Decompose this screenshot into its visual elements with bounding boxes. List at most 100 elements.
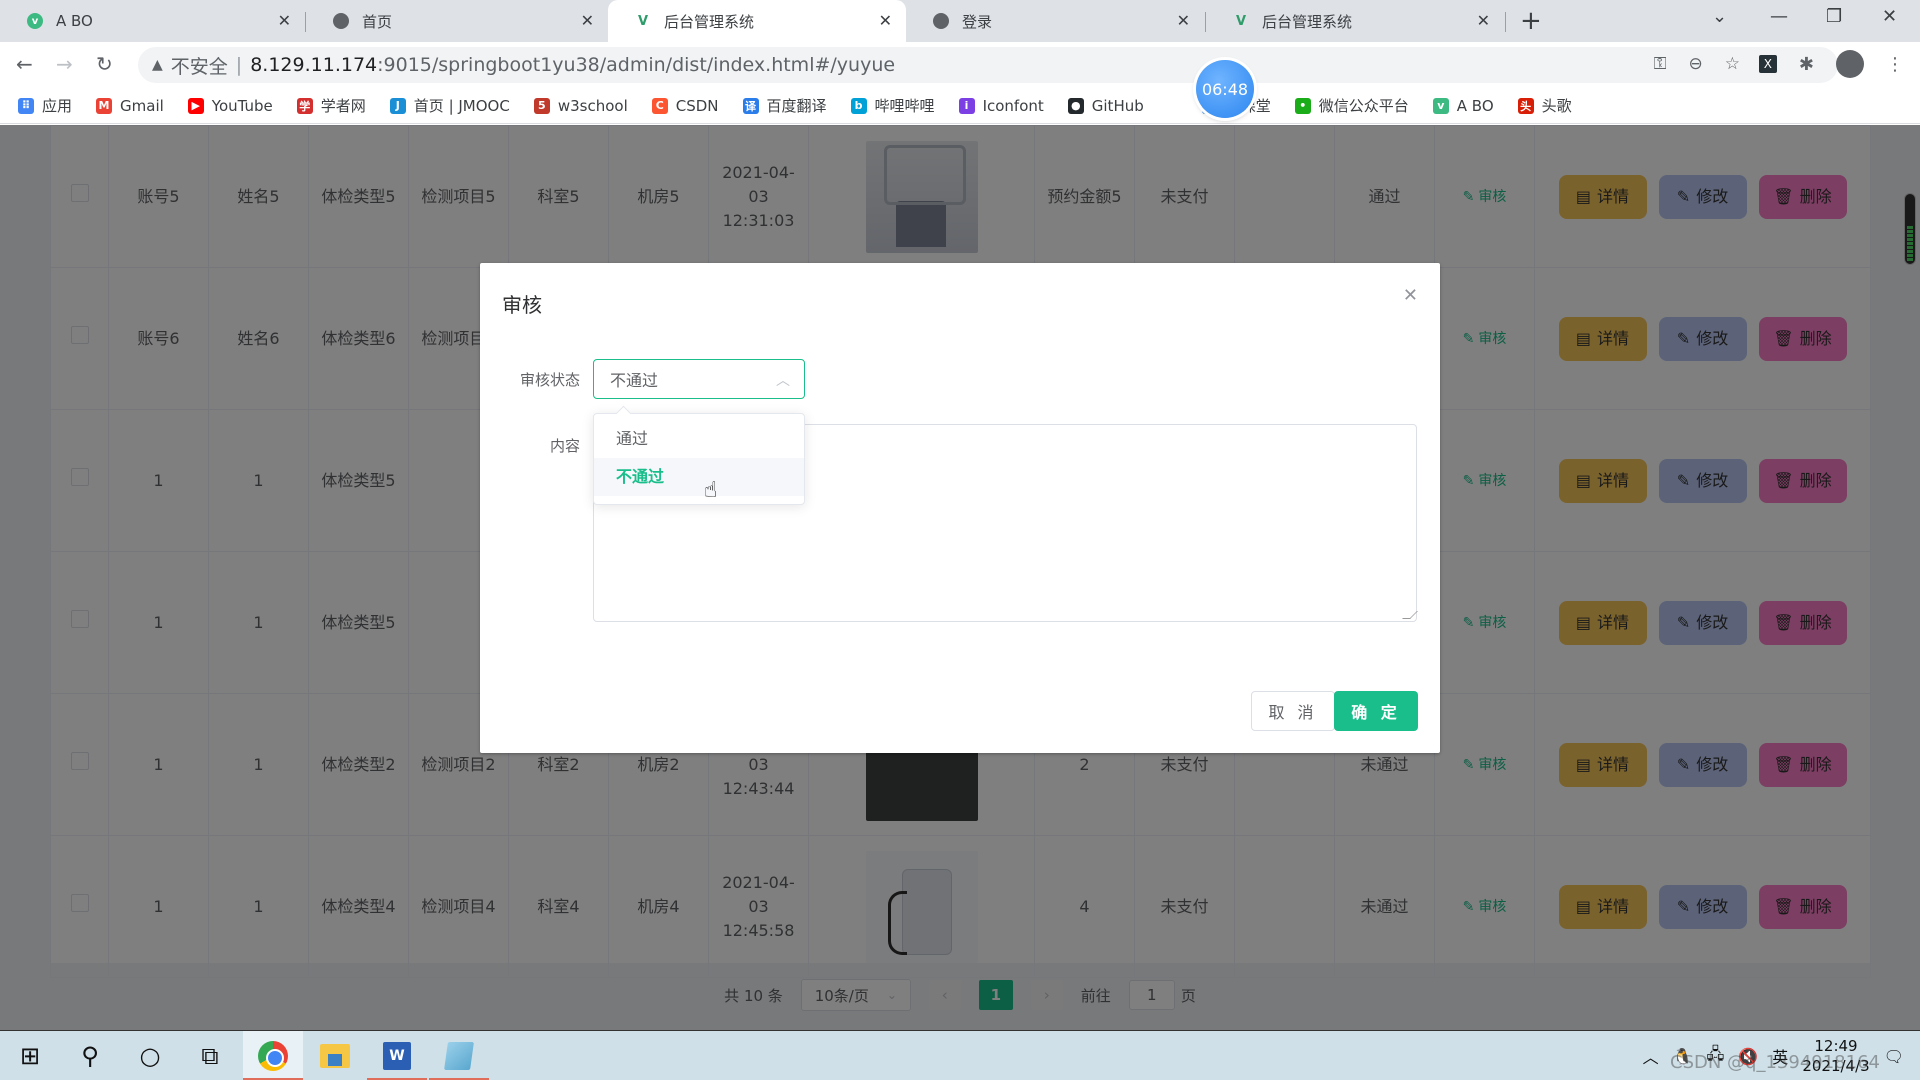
tab-login[interactable]: 登录 ✕: [906, 0, 1204, 42]
bookmark-item[interactable]: 学学者网: [296, 95, 366, 116]
puzzle-icon[interactable]: ✱: [1799, 54, 1814, 75]
new-tab-button[interactable]: +: [1520, 6, 1542, 36]
back-icon[interactable]: ←: [16, 52, 33, 76]
bookmark-item[interactable]: M Gmail: [96, 97, 164, 115]
tab-admin-active[interactable]: V 后台管理系统 ✕: [608, 0, 906, 42]
tab-title: 登录: [962, 12, 993, 31]
timer-bubble[interactable]: 06:48: [1196, 60, 1254, 118]
globe-icon: [932, 12, 950, 30]
zoom-out-icon[interactable]: ⊖: [1689, 54, 1703, 74]
bookmark-item[interactable]: 5 w3school: [533, 96, 628, 115]
task-view-icon[interactable]: ⧉: [180, 1031, 240, 1080]
bookmark-item[interactable]: ● GitHub: [1067, 97, 1144, 115]
vue-logo-icon: V: [1235, 13, 1247, 29]
tab-title: 后台管理系统: [664, 12, 755, 31]
minimize-icon[interactable]: —: [1770, 6, 1788, 27]
tab-separator: [1505, 12, 1506, 32]
star-icon[interactable]: ☆: [1725, 54, 1740, 74]
bookmark-label: 哔哩哔哩: [874, 97, 935, 115]
apps-grid-icon: ⠿: [18, 97, 34, 114]
bookmark-item[interactable]: ⠿ 应用: [18, 95, 72, 116]
bookmark-label: w3school: [557, 96, 628, 115]
bookmark-label: A BO: [1456, 96, 1494, 115]
bookmark-item[interactable]: • 微信公众平台: [1294, 95, 1409, 116]
extensions-area: X ✱ ⋮: [1758, 50, 1904, 78]
word-icon[interactable]: W: [367, 1031, 427, 1080]
translate-icon: 译: [742, 97, 759, 114]
gmail-icon: M: [96, 97, 113, 114]
cortana-icon[interactable]: ○: [120, 1031, 180, 1080]
option-fail[interactable]: 不通过: [594, 458, 804, 496]
browser-tabstrip: v A BO ✕ 首页 ✕ V 后台管理系统 ✕ 登录 ✕ V 后台管理系统 ✕…: [0, 0, 1920, 42]
github-icon: ●: [1067, 97, 1084, 114]
tab-title: 后台管理系统: [1262, 12, 1353, 31]
forward-icon[interactable]: →: [56, 52, 73, 76]
restore-icon[interactable]: ❐: [1826, 6, 1842, 27]
bookmark-label: 百度翻译: [766, 97, 827, 115]
more-menu-icon[interactable]: ⋮: [1886, 54, 1904, 75]
touge-icon: 头: [1517, 97, 1534, 114]
bookmark-item[interactable]: 译百度翻译: [742, 95, 827, 116]
window-close-icon[interactable]: ✕: [1882, 6, 1897, 27]
bookmark-label: Gmail: [120, 96, 164, 115]
notification-icon[interactable]: 🗨: [1884, 1047, 1904, 1066]
bookmark-label: CSDN: [675, 96, 719, 115]
vue-logo-icon: V: [637, 13, 649, 29]
dialog-title: 审核: [502, 293, 542, 317]
bookmark-item[interactable]: v A BO: [1432, 96, 1494, 115]
tab-search-icon[interactable]: ⌄: [1712, 6, 1727, 27]
iconfont-icon: i: [958, 97, 975, 114]
url-host: 8.129.11.174: [250, 54, 378, 76]
tab-a-bo[interactable]: v A BO ✕: [0, 0, 305, 42]
close-icon[interactable]: ✕: [581, 11, 594, 30]
search-icon[interactable]: ⚲: [60, 1031, 120, 1080]
reload-icon[interactable]: ↻: [96, 52, 113, 76]
extension-x-icon[interactable]: X: [1758, 55, 1777, 73]
cancel-button[interactable]: 取 消: [1251, 691, 1335, 731]
bookmark-label: YouTube: [211, 96, 273, 115]
vue-dot-icon: v: [26, 12, 44, 30]
show-hidden-icons[interactable]: ︿: [1643, 1044, 1659, 1068]
bookmark-label: 学者网: [320, 97, 366, 115]
status-dropdown: 通过 不通过: [593, 413, 805, 505]
csdn-icon: C: [651, 97, 668, 114]
bookmark-item[interactable]: b 哔哩哔哩: [850, 95, 935, 116]
bookmark-item[interactable]: ▶ YouTube: [187, 96, 273, 115]
w3school-icon: 5: [533, 97, 550, 114]
bookmark-item[interactable]: J 首页 | JMOOC: [389, 95, 510, 116]
close-icon[interactable]: ✕: [1477, 11, 1490, 30]
bookmark-item[interactable]: i Iconfont: [958, 97, 1044, 115]
resize-handle-icon[interactable]: [1402, 611, 1418, 619]
close-icon[interactable]: ✕: [278, 11, 291, 30]
tab-home[interactable]: 首页 ✕: [306, 0, 608, 42]
bookmark-item[interactable]: C CSDN: [651, 96, 719, 115]
key-icon[interactable]: ⚿: [1654, 54, 1667, 74]
audit-status-select[interactable]: 不通过 ︿: [593, 359, 805, 399]
close-icon[interactable]: ✕: [879, 11, 892, 30]
youtube-icon: ▶: [187, 97, 204, 114]
bookmark-item[interactable]: 头头歌: [1517, 95, 1572, 116]
browser-toolbar: ← → ↻ ▲ 不安全 | 8.129.11.174 :9015/springb…: [0, 42, 1920, 88]
jmooc-icon: J: [389, 97, 406, 114]
bookmark-label: 头歌: [1541, 97, 1572, 115]
confirm-button[interactable]: 确 定: [1334, 691, 1418, 731]
close-icon[interactable]: ✕: [1403, 285, 1418, 306]
audit-dialog: 审核 ✕ 审核状态 不通过 ︿ 内容 取 消 确 定: [480, 263, 1440, 753]
wechat-icon: •: [1294, 97, 1311, 114]
security-label: 不安全: [170, 55, 228, 78]
chevron-up-icon: ︿: [776, 373, 790, 389]
windows-start-icon[interactable]: ⊞: [0, 1031, 60, 1080]
profile-avatar[interactable]: [1836, 50, 1864, 78]
chrome-taskbar-icon[interactable]: [243, 1031, 303, 1080]
address-bar[interactable]: ▲ 不安全 | 8.129.11.174 :9015/springboot1yu…: [138, 47, 1838, 83]
notepad-icon[interactable]: [429, 1031, 489, 1080]
tab-title: A BO: [56, 12, 93, 30]
tab-admin-2[interactable]: V 后台管理系统 ✕: [1206, 0, 1504, 42]
bookmarks-bar: ⠿ 应用 M Gmail ▶ YouTube 学学者网 J 首页 | JMOOC 5 w3schoo…: [0, 88, 1920, 124]
status-label: 审核状态: [519, 371, 580, 389]
option-pass[interactable]: 通过: [594, 420, 804, 458]
close-icon[interactable]: ✕: [1177, 11, 1190, 30]
content-label: 内容: [549, 437, 580, 455]
url-path: :9015/springboot1yu38/admin/dist/index.h…: [377, 54, 896, 76]
file-explorer-icon[interactable]: [305, 1031, 365, 1080]
